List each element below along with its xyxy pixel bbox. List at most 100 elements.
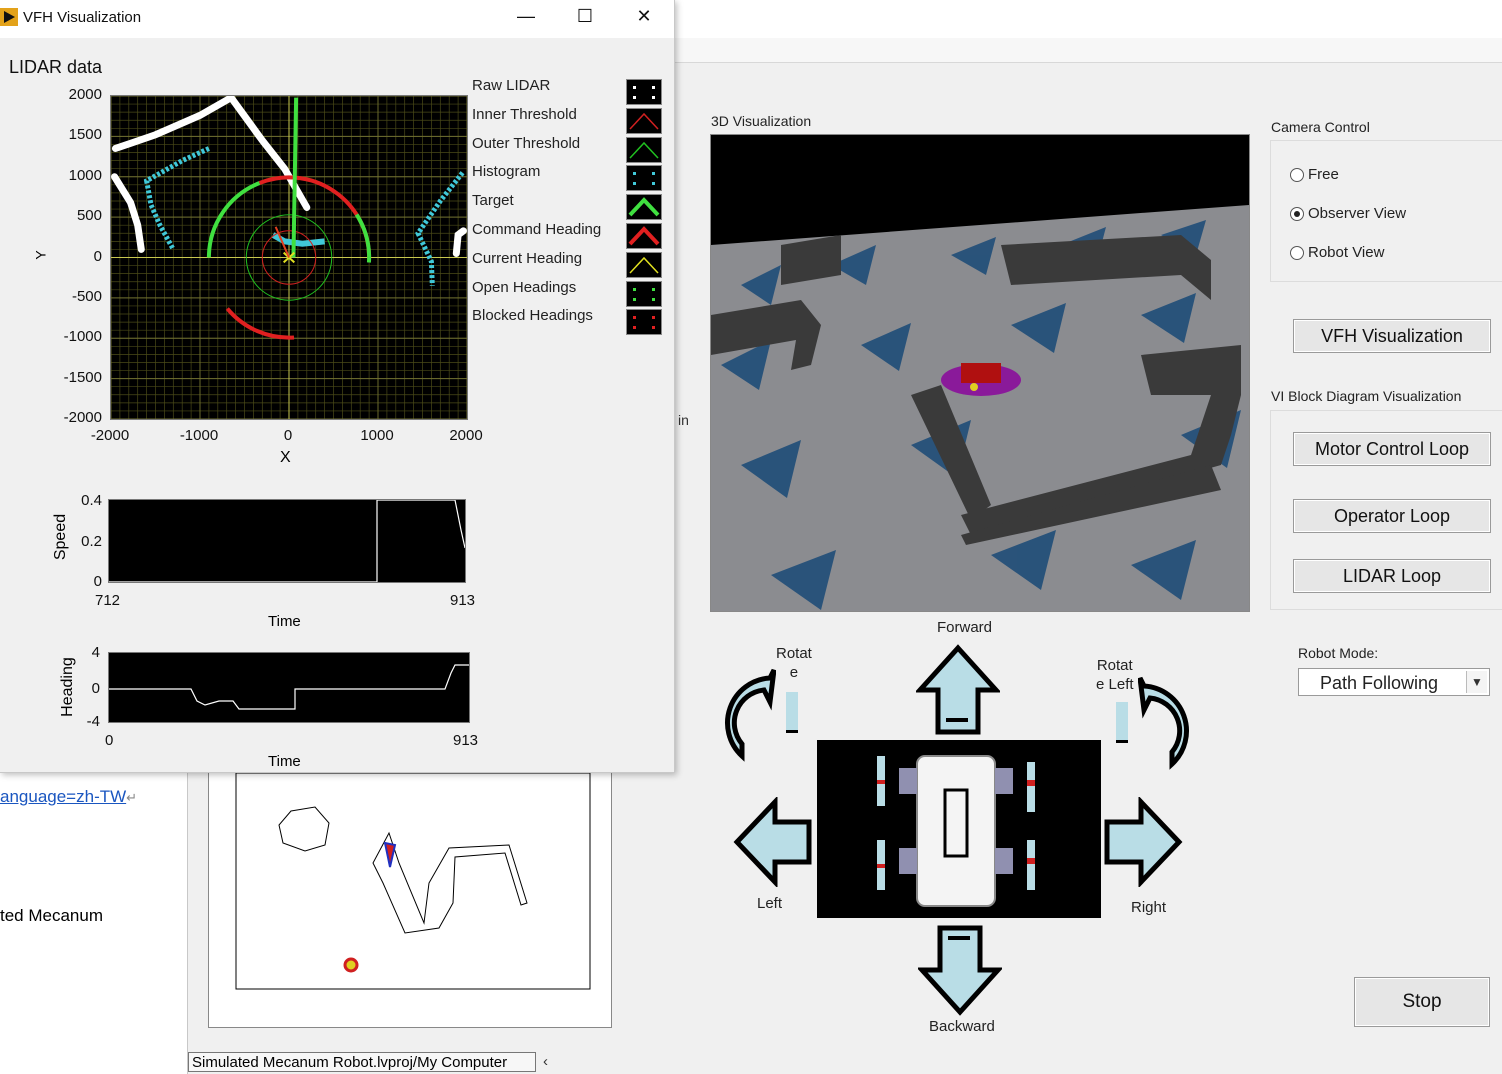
rotate-button[interactable] [712,666,777,771]
window-title: VFH Visualization [23,9,142,26]
operator-loop-button[interactable]: Operator Loop [1293,499,1491,533]
lidar-x-tick: 0 [283,427,293,444]
down-arrow-icon [916,925,1004,1016]
app-title-area [674,0,1502,38]
points-icon[interactable] [626,309,662,336]
blocked-headings-arc [225,307,295,340]
points-icon[interactable] [626,79,662,105]
rotate-slider[interactable] [786,692,798,733]
camera-option-observer[interactable]: Observer View [1290,205,1406,222]
rotate-left-label: Rotat e Left [1096,657,1134,693]
heading-x-tick: 913 [453,732,479,749]
speed-y-tick: 0.4 [81,492,102,509]
open-headings-arc [206,181,261,258]
vfh-visualization-button[interactable]: VFH Visualization [1293,319,1491,353]
close-button[interactable]: ✕ [624,6,664,27]
speed-plot-area[interactable] [108,499,466,583]
left-arrow-button[interactable] [733,795,813,892]
chevron-down-icon[interactable]: ▼ [1466,671,1487,693]
doc-text: ted Mecanum [0,906,103,925]
status-path: Simulated Mecanum Robot.lvproj/My Comput… [188,1052,536,1072]
minimize-button[interactable]: — [506,6,546,27]
lidar-x-tick: -1000 [179,427,219,444]
rotate-ccw-icon [725,668,777,762]
line-icon[interactable] [626,251,662,278]
heading-y-tick: 4 [91,644,100,661]
forward-arrow-button[interactable] [914,644,1002,741]
robot-mode-value: Path Following [1320,673,1439,693]
points-icon[interactable] [626,280,662,307]
camera-option-label: Observer View [1308,205,1407,222]
rotate-cw-icon [1137,676,1189,770]
lidar-y-tick: 2000 [68,86,102,103]
peek-text: in [678,412,689,428]
lidar-loop-button[interactable]: LIDAR Loop [1293,559,1491,593]
legend-label: Outer Threshold [472,134,581,152]
up-arrow-icon [914,644,1002,735]
block-diagram-label: VI Block Diagram Visualization [1271,388,1462,404]
heading-time-label: Time [268,753,301,770]
right-arrow-button[interactable] [1103,795,1183,892]
lidar-y-tick: 0 [93,247,102,265]
camera-control-title: Camera Control [1271,119,1370,135]
speed-time-label: Time [268,613,301,630]
legend-label: Command Heading [472,221,602,238]
language-link[interactable]: anguage=zh-TW↵ [0,787,137,807]
lidar-x-tick: 1000 [360,427,394,444]
heading-plot [109,664,469,710]
maximize-button[interactable]: ☐ [565,6,605,27]
lidar-y-tick: -1500 [63,368,102,386]
camera-control-group: Free Observer View Robot View [1270,140,1502,282]
rotate-left-button[interactable] [1137,674,1202,779]
heading-y-tick: 0 [91,680,100,697]
motor-control-loop-button[interactable]: Motor Control Loop [1293,432,1491,466]
legend-label: Open Headings [472,278,577,296]
legend-label: Raw LIDAR [472,77,551,94]
lidar-plot-area[interactable] [110,93,468,420]
line-icon[interactable] [626,107,662,134]
lidar-x-tick: -2000 [90,427,130,444]
scroll-left-icon[interactable]: ‹ [543,1053,548,1070]
thick-line-icon[interactable] [626,223,662,249]
radio-free[interactable] [1290,167,1304,182]
camera-option-robot[interactable]: Robot View [1290,244,1384,261]
camera-option-label: Free [1308,166,1339,183]
labview-icon [0,8,18,26]
left-arrow-icon [733,795,812,889]
heading-plot-area[interactable] [108,652,470,723]
radio-robot-view[interactable] [1290,245,1304,260]
raw-lidar-wall [111,173,145,253]
forward-label: Forward [937,619,993,636]
heading-x-tick: 0 [105,732,114,749]
speed-y-tick: 0.2 [81,533,102,550]
speed-x-tick: 712 [95,592,121,609]
open-headings-arc [354,213,372,263]
legend-label: Blocked Headings [472,307,593,325]
right-arrow-icon [1104,795,1183,889]
robot-mode-select[interactable]: Path Following ▼ [1298,668,1490,696]
x-axis-label: X [280,449,291,466]
robot-icon [877,755,1035,907]
2d-map-view[interactable] [208,772,612,1028]
speed-y-tick: 0 [93,573,102,590]
legend-label: Inner Threshold [472,105,577,123]
3d-scene [711,135,1249,611]
legend-label: Target [472,192,514,210]
lidar-plot [110,93,468,420]
backward-arrow-button[interactable] [916,924,1004,1021]
lidar-y-tick: -500 [71,288,102,305]
robot-mode-label: Robot Mode: [1298,645,1379,661]
lidar-graph-title: LIDAR data [9,57,103,77]
stop-button[interactable]: Stop [1354,977,1490,1027]
line-icon[interactable] [626,136,662,163]
rotate-left-slider[interactable] [1116,702,1128,743]
right-label: Right [1131,899,1167,916]
thick-line-icon[interactable] [626,194,662,221]
points-icon[interactable] [626,165,662,192]
camera-option-free[interactable]: Free [1290,166,1339,183]
left-label: Left [757,895,783,912]
target-line [291,97,299,258]
3d-visualization-view[interactable] [710,134,1250,612]
2d-map [235,772,591,990]
radio-observer-view[interactable] [1290,206,1304,221]
